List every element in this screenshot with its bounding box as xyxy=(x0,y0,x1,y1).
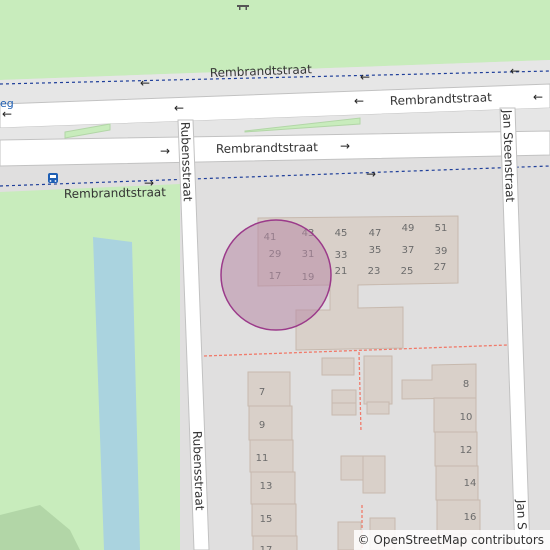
house-number: 23 xyxy=(368,266,381,277)
house-number: 21 xyxy=(335,266,348,277)
house-number: 17 xyxy=(260,545,273,550)
house-number: 16 xyxy=(464,512,477,523)
shed xyxy=(331,402,357,416)
street-label-jan-steenstraat-south: Jan S xyxy=(514,499,529,530)
house-15[interactable] xyxy=(251,503,297,537)
house-number: 37 xyxy=(402,245,415,256)
shed xyxy=(363,355,393,405)
shed xyxy=(321,357,355,376)
oneway-arrow-right-icon: → xyxy=(340,139,350,153)
house-number: 49 xyxy=(402,223,415,234)
street-label-rembrandtstraat-south: Rembrandtstraat xyxy=(64,185,167,201)
house-number: 8 xyxy=(463,379,469,390)
house-7[interactable] xyxy=(247,371,291,407)
house-number: 10 xyxy=(460,412,473,423)
oneway-arrow-left-icon: ← xyxy=(510,64,520,78)
shed xyxy=(362,455,386,494)
map-canvas[interactable]: 41 43 45 47 49 51 29 31 33 35 37 39 17 1… xyxy=(0,0,550,550)
house-number: 7 xyxy=(259,387,265,398)
oneway-arrow-left-icon: ← xyxy=(533,90,543,104)
house-number: 11 xyxy=(256,453,269,464)
street-label-edge: eg xyxy=(0,97,14,110)
bench-leg xyxy=(245,7,247,10)
oneway-arrow-right-icon: → xyxy=(366,167,376,181)
oneway-arrow-left-icon: ← xyxy=(174,101,184,115)
oneway-arrow-left-icon: ← xyxy=(360,70,370,84)
copyright-symbol: © xyxy=(357,533,370,547)
map-attribution: © OpenStreetMap contributors xyxy=(353,530,550,550)
house-number: 12 xyxy=(460,445,473,456)
house-number: 39 xyxy=(435,246,448,257)
house-number: 13 xyxy=(260,481,273,492)
street-label-rubensstraat-south: Rubensstraat xyxy=(190,431,207,511)
house-9[interactable] xyxy=(248,405,293,441)
location-highlight-circle[interactable] xyxy=(220,219,332,331)
park-west xyxy=(0,184,180,550)
house-13[interactable] xyxy=(250,471,296,505)
oneway-arrow-left-icon: ← xyxy=(140,76,150,90)
street-label-rembrandtstraat-south-main: Rembrandtstraat xyxy=(216,140,319,156)
house-number: 33 xyxy=(335,250,348,261)
house-number: 35 xyxy=(369,245,382,256)
house-number: 47 xyxy=(369,228,382,239)
house-number: 25 xyxy=(401,266,414,277)
oneway-arrow-right-icon: → xyxy=(160,144,170,158)
house-number: 9 xyxy=(259,420,265,431)
bus-stop-icon[interactable] xyxy=(48,173,58,183)
bench-leg xyxy=(239,7,241,10)
house-number: 14 xyxy=(464,478,477,489)
house-number: 15 xyxy=(260,514,273,525)
bench-icon xyxy=(237,5,249,7)
shed xyxy=(340,455,364,481)
attribution-link[interactable]: OpenStreetMap contributors xyxy=(373,533,544,547)
house-number: 27 xyxy=(434,262,447,273)
house-number: 51 xyxy=(435,223,448,234)
oneway-arrow-left-icon: ← xyxy=(354,94,364,108)
map-view[interactable]: 41 43 45 47 49 51 29 31 33 35 37 39 17 1… xyxy=(0,0,550,550)
shed xyxy=(366,401,390,415)
shed xyxy=(331,389,357,404)
house-number: 45 xyxy=(335,228,348,239)
street-label-rubensstraat-north: Rubensstraat xyxy=(178,122,195,202)
